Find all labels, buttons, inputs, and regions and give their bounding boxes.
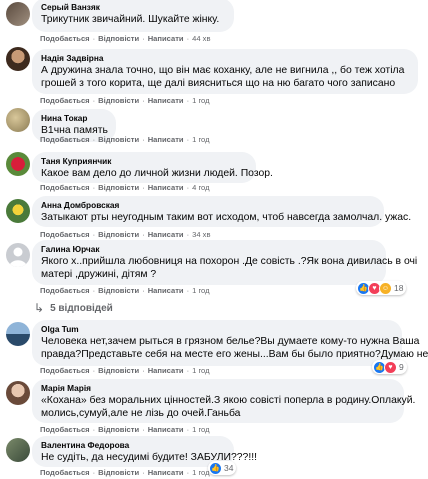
comment-time[interactable]: 1 год [192, 468, 209, 477]
like-button[interactable]: Подобається [40, 96, 90, 105]
reaction-count: 9 [399, 362, 404, 372]
comment-bubble: Анна Домбровская Затыкают рты неугодным … [32, 196, 412, 227]
comment-author[interactable]: Olga Tum [41, 324, 392, 335]
reaction-summary[interactable]: 👍 34 [208, 461, 237, 475]
comment-text: Не судіть, да несудимі будите! ЗАБУЛИ???… [41, 452, 257, 463]
comment-actions: Подобається · Відповісти · Написати · 44 хв [40, 34, 211, 43]
message-button[interactable]: Написати [148, 183, 184, 192]
comment-bubble: Надія Задвірна А дружина знала точно, що… [32, 49, 418, 94]
comment-text-line: матері ,дружині, дітям ? [41, 269, 157, 280]
comment-author[interactable]: Анна Домбровская [41, 200, 374, 211]
avatar[interactable] [6, 152, 30, 176]
avatar[interactable] [6, 322, 30, 346]
avatar[interactable] [6, 108, 30, 132]
comment-actions: Подобається · Відповісти · Написати · 1 год [40, 366, 210, 375]
message-button[interactable]: Написати [148, 425, 184, 434]
comment-bubble: Галина Юрчак Якого х..прийшла любовниця … [32, 240, 418, 285]
comment-author[interactable]: Серый Ванзяк [41, 2, 224, 13]
comment-author[interactable]: Таня Куприянчик [41, 156, 246, 167]
comment-time[interactable]: 44 хв [192, 34, 210, 43]
comment-time[interactable]: 1 год [192, 96, 209, 105]
comment-text-line: правда?Представьте себя на месте его жен… [41, 349, 428, 360]
comment-time[interactable]: 1 год [192, 366, 209, 375]
reply-button[interactable]: Відповісти [98, 34, 139, 43]
replies-count-label: 5 відповідей [50, 302, 113, 314]
message-button[interactable]: Написати [148, 230, 184, 239]
avatar[interactable] [6, 199, 30, 223]
comment-actions: Подобається · Відповісти · Написати · 1 год [40, 135, 210, 144]
comment-text-line: молись,сумуй,але не лізь до очей.Ганьба [41, 408, 241, 419]
comment-actions: Подобається · Відповісти · Написати · 1 год [40, 425, 210, 434]
comment-actions: Подобається · Відповісти · Написати · 1 год [40, 96, 210, 105]
avatar[interactable] [6, 381, 30, 405]
comment-author[interactable]: Надія Задвірна [41, 53, 408, 64]
reaction-count: 18 [394, 283, 404, 293]
like-button[interactable]: Подобається [40, 183, 90, 192]
comment-text-line: Человека нет,зачем рыться в грязном бель… [41, 336, 420, 347]
reply-arrow-icon: ↳ [34, 301, 45, 315]
comment-actions: Подобається · Відповісти · Написати · 1 год [40, 468, 210, 477]
comment-author[interactable]: Марія Марія [41, 383, 394, 394]
like-button[interactable]: Подобається [40, 468, 90, 477]
comment-time[interactable]: 4 год [192, 183, 209, 192]
reaction-summary[interactable]: 👍 ♥ ☺ 18 [356, 281, 407, 295]
like-button[interactable]: Подобається [40, 135, 90, 144]
reply-button[interactable]: Відповісти [98, 425, 139, 434]
love-reaction-icon: ♥ [384, 360, 397, 374]
comment-bubble: Серый Ванзяк Трикутник звичайний. Шукайт… [32, 0, 234, 32]
haha-reaction-icon: ☺ [379, 281, 392, 295]
default-avatar-icon [9, 247, 27, 267]
message-button[interactable]: Написати [148, 34, 184, 43]
reaction-count: 34 [224, 463, 234, 473]
avatar[interactable] [6, 243, 30, 267]
comment-actions: Подобається · Відповісти · Написати · 34 хв [40, 230, 211, 239]
comment-bubble: Валентина Федорова Не судіть, да несудим… [32, 436, 257, 467]
comment-text-line: Якого х..прийшла любовниця на похорон .Д… [41, 256, 418, 267]
like-button[interactable]: Подобається [40, 34, 90, 43]
comment-bubble: Olga Tum Человека нет,зачем рыться в гря… [32, 320, 428, 366]
reply-button[interactable]: Відповісти [98, 230, 139, 239]
like-button[interactable]: Подобається [40, 286, 90, 295]
comment-bubble: Таня Куприянчик Какое вам дело до личной… [32, 152, 273, 183]
like-button[interactable]: Подобається [40, 425, 90, 434]
like-reaction-icon: 👍 [209, 461, 222, 475]
reply-button[interactable]: Відповісти [98, 183, 139, 192]
avatar[interactable] [6, 47, 30, 71]
reply-button[interactable]: Відповісти [98, 96, 139, 105]
avatar[interactable] [6, 2, 30, 26]
message-button[interactable]: Написати [148, 96, 184, 105]
reply-button[interactable]: Відповісти [98, 468, 139, 477]
comment-bubble: Марія Марія «Кохана» без моральних цінно… [32, 379, 416, 423]
comment-text-line: А дружина знала точно, що він має коханк… [41, 65, 405, 76]
like-button[interactable]: Подобається [40, 366, 90, 375]
reaction-summary[interactable]: 👍 ♥ 9 [372, 360, 407, 374]
like-button[interactable]: Подобається [40, 230, 90, 239]
comment-time[interactable]: 1 год [192, 425, 209, 434]
comment-text: Трикутник звичайний. Шукайте жінку. [41, 14, 220, 25]
comment-time[interactable]: 1 год [192, 286, 209, 295]
comment-time[interactable]: 1 год [192, 135, 209, 144]
comment-author[interactable]: Галина Юрчак [41, 244, 376, 255]
message-button[interactable]: Написати [148, 286, 184, 295]
message-button[interactable]: Написати [148, 135, 184, 144]
comment-author[interactable]: Валентина Федорова [41, 440, 224, 451]
reply-button[interactable]: Відповісти [98, 286, 139, 295]
comment-time[interactable]: 34 хв [192, 230, 210, 239]
comment-text: Какое вам дело до личной жизни людей. По… [41, 168, 273, 179]
comment-text: Затыкают рты неугодным таким вот исходом… [41, 212, 412, 223]
message-button[interactable]: Написати [148, 468, 184, 477]
reply-button[interactable]: Відповісти [98, 135, 139, 144]
avatar[interactable] [6, 438, 30, 462]
reply-button[interactable]: Відповісти [98, 366, 139, 375]
comment-text-line: грошей з того корита, ще далі виясниться… [41, 78, 396, 89]
comment-author[interactable]: Нина Токар [41, 113, 106, 124]
view-replies-link[interactable]: ↳ 5 відповідей [34, 301, 113, 315]
comment-text-line: «Кохана» без моральних цінностей.З якою … [41, 395, 416, 406]
comment-actions: Подобається · Відповісти · Написати · 1 год [40, 286, 210, 295]
comment-actions: Подобається · Відповісти · Написати · 4 год [40, 183, 210, 192]
message-button[interactable]: Написати [148, 366, 184, 375]
